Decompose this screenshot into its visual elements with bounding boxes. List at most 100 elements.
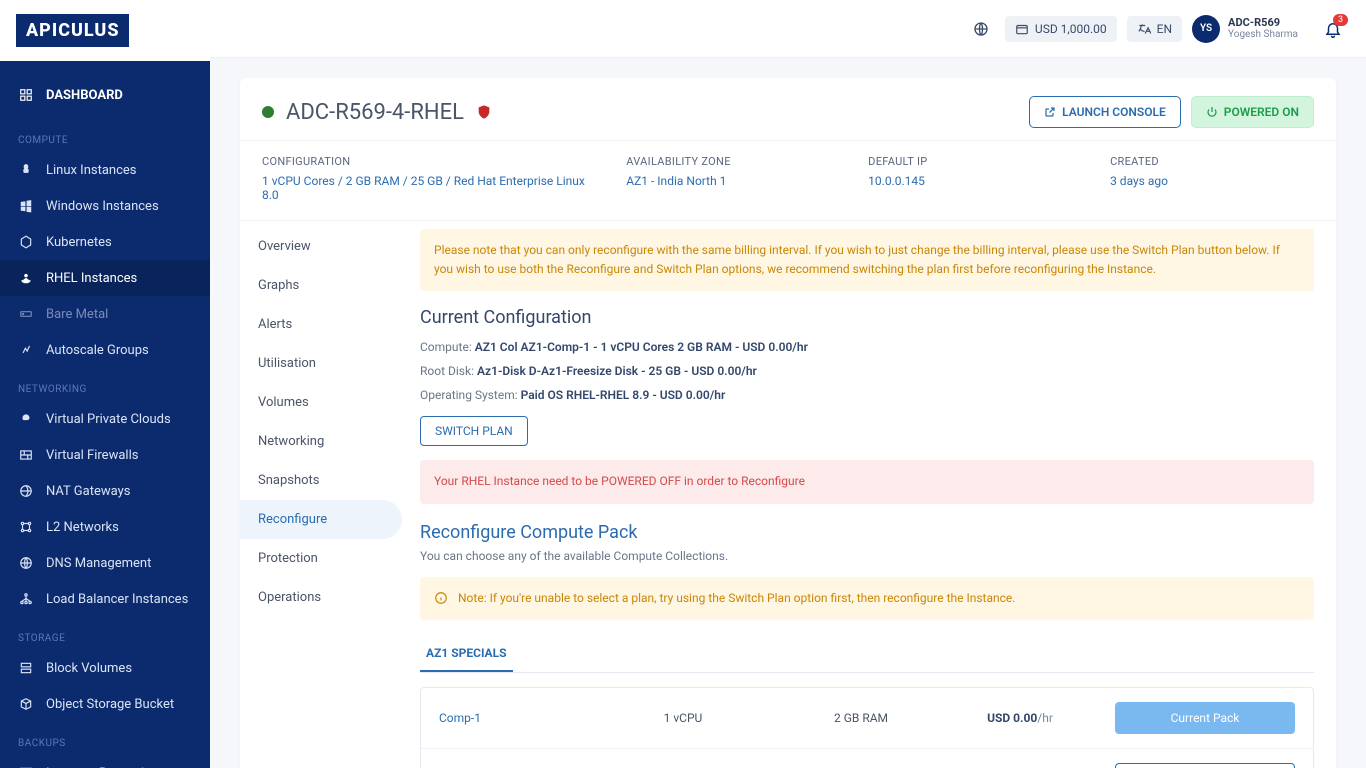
tab-volumes[interactable]: Volumes (240, 383, 402, 422)
az-value[interactable]: AZ1 - India North 1 (626, 174, 830, 188)
detail-tabs: Overview Graphs Alerts Utilisation Volum… (240, 221, 410, 768)
compute-value: AZ1 Col AZ1-Comp-1 - 1 vCPU Cores 2 GB R… (475, 340, 808, 354)
sidebar-item-autoscale[interactable]: Autoscale Groups (0, 332, 210, 368)
balance-chip[interactable]: USD 1,000.00 (1005, 16, 1117, 42)
object-icon (18, 696, 34, 712)
sidebar-item-label: Load Balancer Instances (46, 592, 188, 607)
notification-count: 3 (1333, 14, 1348, 26)
wallet-icon (1015, 22, 1029, 36)
reconfigure-pack-title: Reconfigure Compute Pack (420, 522, 1314, 543)
block-icon (18, 660, 34, 676)
user-code: ADC-R569 (1228, 16, 1298, 29)
sidebar-item-label: DNS Management (46, 556, 151, 571)
plan-name[interactable]: Comp-1 (439, 711, 589, 725)
sidebar-item-nat[interactable]: NAT Gateways (0, 473, 210, 509)
linux-icon (18, 162, 34, 178)
sidebar-item-protection[interactable]: Instance Protection (0, 755, 210, 768)
power-status-button[interactable]: POWERED ON (1191, 96, 1314, 128)
sidebar-item-label: Bare Metal (46, 307, 108, 322)
plan-note-text: Note: If you're unable to select a plan,… (458, 589, 1015, 608)
tab-reconfigure[interactable]: Reconfigure (240, 500, 402, 539)
sidebar-item-l2[interactable]: L2 Networks (0, 509, 210, 545)
firewall-icon (18, 447, 34, 463)
user-fullname: Yogesh Sharma (1228, 29, 1298, 41)
language-icon (1137, 22, 1151, 36)
instance-title: ADC-R569-4-RHEL (286, 100, 464, 125)
sidebar-section-networking: NETWORKING (0, 368, 210, 401)
sidebar-item-label: Virtual Firewalls (46, 448, 138, 463)
baremetal-icon (18, 306, 34, 322)
sidebar-item-label: L2 Networks (46, 520, 119, 535)
tab-operations[interactable]: Operations (240, 578, 402, 617)
tab-networking[interactable]: Networking (240, 422, 402, 461)
sidebar-section-storage: STORAGE (0, 617, 210, 650)
balance-text: USD 1,000.00 (1035, 22, 1107, 36)
current-config-title: Current Configuration (420, 307, 1314, 328)
tab-graphs[interactable]: Graphs (240, 266, 402, 305)
created-value[interactable]: 3 days ago (1110, 174, 1314, 188)
sidebar-item-rhel[interactable]: RHEL Instances (0, 260, 210, 296)
switch-plan-button[interactable]: SWITCH PLAN (420, 416, 528, 446)
tab-protection[interactable]: Protection (240, 539, 402, 578)
plan-price: USD 0.00/hr (955, 711, 1085, 725)
dashboard-icon (18, 87, 34, 103)
az-label: AVAILABILITY ZONE (626, 155, 830, 168)
sidebar-section-backups: BACKUPS (0, 722, 210, 755)
nat-icon (18, 483, 34, 499)
power-status-label: POWERED ON (1224, 105, 1299, 119)
sidebar-item-kubernetes[interactable]: Kubernetes (0, 224, 210, 260)
user-menu[interactable]: YS ADC-R569 Yogesh Sharma (1192, 15, 1298, 43)
config-label: CONFIGURATION (262, 155, 588, 168)
sidebar-item-label: Block Volumes (46, 661, 132, 676)
tab-alerts[interactable]: Alerts (240, 305, 402, 344)
sidebar-item-lb[interactable]: Load Balancer Instances (0, 581, 210, 617)
sidebar-item-vfw[interactable]: Virtual Firewalls (0, 437, 210, 473)
specials-tab[interactable]: AZ1 SPECIALS (420, 636, 513, 672)
sidebar-item-dns[interactable]: DNS Management (0, 545, 210, 581)
sidebar-item-linux[interactable]: Linux Instances (0, 152, 210, 188)
ip-value[interactable]: 10.0.0.145 (868, 174, 1072, 188)
l2-icon (18, 519, 34, 535)
ip-label: DEFAULT IP (868, 155, 1072, 168)
launch-console-label: LAUNCH CONSOLE (1062, 105, 1166, 119)
user-avatar: YS (1192, 15, 1220, 43)
globe-icon[interactable] (967, 15, 995, 43)
sidebar-item-windows[interactable]: Windows Instances (0, 188, 210, 224)
vpc-icon (18, 411, 34, 427)
language-text: EN (1157, 22, 1172, 36)
plan-cpu: 1 vCPU (599, 711, 767, 725)
sidebar-item-vpc[interactable]: Virtual Private Clouds (0, 401, 210, 437)
sidebar-item-label: Linux Instances (46, 163, 137, 178)
sidebar: APICULUS DASHBOARD COMPUTE Linux Instanc… (0, 0, 210, 768)
plan-ram: 2 GB RAM (777, 711, 945, 725)
os-label: Operating System: (420, 388, 521, 402)
notifications-button[interactable]: 3 (1324, 20, 1342, 38)
power-off-warning: Your RHEL Instance need to be POWERED OF… (420, 460, 1314, 503)
sidebar-item-baremetal[interactable]: Bare Metal (0, 296, 210, 332)
config-value[interactable]: 1 vCPU Cores / 2 GB RAM / 25 GB / Red Ha… (262, 174, 588, 202)
sidebar-item-label: Kubernetes (46, 235, 112, 250)
os-value: Paid OS RHEL-RHEL 8.9 - USD 0.00/hr (521, 388, 726, 402)
tab-utilisation[interactable]: Utilisation (240, 344, 402, 383)
info-icon (434, 591, 448, 605)
sidebar-item-block[interactable]: Block Volumes (0, 650, 210, 686)
sidebar-dashboard-label: DASHBOARD (46, 88, 123, 103)
logo-container: APICULUS (0, 0, 210, 61)
shield-icon (476, 104, 492, 120)
tab-overview[interactable]: Overview (240, 227, 402, 266)
select-pack-button[interactable]: Select Pack (1115, 763, 1295, 768)
created-label: CREATED (1110, 155, 1314, 168)
current-pack-button[interactable]: Current Pack (1115, 702, 1295, 734)
sidebar-item-label: NAT Gateways (46, 484, 130, 499)
tab-snapshots[interactable]: Snapshots (240, 461, 402, 500)
kubernetes-icon (18, 234, 34, 250)
sidebar-item-object[interactable]: Object Storage Bucket (0, 686, 210, 722)
lb-icon (18, 591, 34, 607)
language-chip[interactable]: EN (1127, 16, 1182, 42)
sidebar-item-dashboard[interactable]: DASHBOARD (0, 71, 210, 119)
launch-console-button[interactable]: LAUNCH CONSOLE (1029, 96, 1181, 128)
brand-logo[interactable]: APICULUS (16, 14, 129, 47)
rhel-icon (18, 270, 34, 286)
sidebar-item-label: Virtual Private Clouds (46, 412, 171, 427)
dns-icon (18, 555, 34, 571)
